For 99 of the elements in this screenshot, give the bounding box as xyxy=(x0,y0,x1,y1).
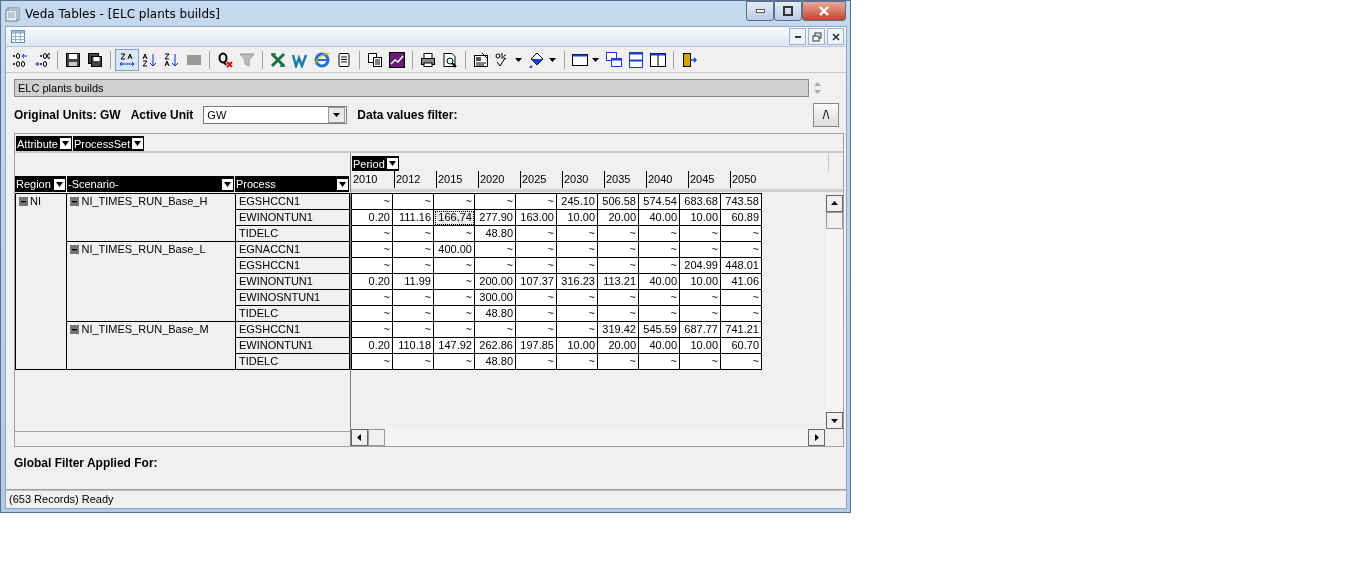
global-filter-label: Global Filter Applied For: xyxy=(14,456,159,470)
table-cell[interactable]: 574.54 xyxy=(638,193,680,210)
column-header[interactable]: 2020 xyxy=(478,171,520,188)
row-field-button[interactable]: -Scenario- xyxy=(67,176,234,192)
close-button[interactable] xyxy=(802,1,846,21)
sort-toggle-button[interactable] xyxy=(115,48,139,71)
collapse-button[interactable]: /\ xyxy=(813,103,839,127)
dropdown-icon[interactable] xyxy=(386,158,398,169)
scenario-label: NI_TIMES_RUN_Base_L xyxy=(81,242,206,257)
print-icon[interactable] xyxy=(420,51,436,68)
dropdown-button[interactable] xyxy=(328,107,346,123)
window-icon[interactable] xyxy=(572,51,588,68)
scenario-label: NI_TIMES_RUN_Base_H xyxy=(81,194,208,209)
minimize-button[interactable] xyxy=(746,1,774,21)
scroll-right-icon[interactable] xyxy=(808,429,825,446)
save-icon[interactable] xyxy=(65,51,81,68)
scroll-thumb[interactable] xyxy=(826,212,843,229)
caret-icon[interactable] xyxy=(592,57,599,62)
layout-icon[interactable] xyxy=(473,51,489,68)
exit-door-icon[interactable] xyxy=(681,51,697,68)
print-preview-icon[interactable] xyxy=(442,51,458,68)
row-field-button[interactable]: Process xyxy=(235,176,349,192)
browser-icon[interactable] xyxy=(314,51,330,68)
column-header[interactable]: 2050 xyxy=(730,171,772,188)
dropdown-icon[interactable] xyxy=(132,138,144,149)
table-cell[interactable]: 743.58 xyxy=(720,193,762,210)
restore-button[interactable] xyxy=(808,28,825,45)
dropdown-icon[interactable] xyxy=(59,138,71,149)
dropdown-icon[interactable] xyxy=(54,178,65,190)
column-header[interactable]: 2035 xyxy=(604,171,646,188)
table-cell[interactable]: ~ xyxy=(433,193,475,210)
column-header[interactable]: 2030 xyxy=(562,171,604,188)
filter-label: Data values filter: xyxy=(357,108,458,122)
maximize-button[interactable] xyxy=(774,1,802,21)
scenario-label: NI_TIMES_RUN_Base_M xyxy=(81,322,209,337)
column-header[interactable]: 2025 xyxy=(520,171,562,188)
column-header[interactable]: 2012 xyxy=(394,171,436,188)
caret-icon[interactable] xyxy=(549,57,556,62)
table-cell[interactable]: ~ xyxy=(392,193,434,210)
status-bar: (653 Records) Ready xyxy=(6,490,846,508)
window-icon xyxy=(5,5,21,22)
copy-icon[interactable] xyxy=(367,51,383,68)
active-unit-label: Active Unit xyxy=(130,108,194,122)
table-icon[interactable] xyxy=(11,30,25,43)
caret-icon xyxy=(333,113,341,117)
row-header-cell: EGSHCCN1 xyxy=(235,193,350,210)
column-header[interactable]: 2045 xyxy=(688,171,730,188)
column-field-button[interactable]: ProcessSet xyxy=(72,136,145,151)
units-label: Original Units: GW xyxy=(14,108,121,122)
vertical-scrollbar[interactable] xyxy=(826,195,843,429)
cascade-windows-icon[interactable] xyxy=(606,51,622,68)
clear-filter-icon[interactable] xyxy=(217,51,233,68)
fill-color-icon[interactable] xyxy=(529,51,545,68)
table-cell[interactable]: ~ xyxy=(351,193,393,210)
spreadsheet-icon[interactable] xyxy=(270,51,286,68)
table-cell[interactable]: 245.10 xyxy=(556,193,598,210)
decrease-decimals-icon[interactable] xyxy=(12,51,28,68)
unit-dropdown[interactable]: GW xyxy=(203,106,348,124)
sort-descending-icon[interactable] xyxy=(164,51,180,68)
table-cell[interactable]: 506.58 xyxy=(597,193,639,210)
sort-icon xyxy=(119,51,135,68)
window-title: Veda Tables - [ELC plants builds] xyxy=(25,6,221,21)
region-label: NI xyxy=(30,194,41,209)
minimize-icon xyxy=(794,35,801,38)
minimize-icon xyxy=(755,9,765,13)
column-field-button[interactable]: Period xyxy=(352,156,399,171)
column-header[interactable]: 2015 xyxy=(436,171,478,188)
tile-horizontal-icon[interactable] xyxy=(628,51,644,68)
save-all-icon[interactable] xyxy=(87,51,103,68)
collapse-icon[interactable] xyxy=(70,197,80,206)
sort-ascending-icon[interactable] xyxy=(142,51,158,68)
column-field-button[interactable]: Attribute xyxy=(16,136,72,151)
dropdown-icon[interactable] xyxy=(337,178,348,190)
notepad-icon[interactable] xyxy=(336,51,352,68)
close-icon xyxy=(830,31,841,42)
collapse-icon[interactable] xyxy=(70,245,80,254)
column-header[interactable]: 2040 xyxy=(646,171,688,188)
row-field-button[interactable]: Region xyxy=(15,176,66,192)
table-cell[interactable]: 683.68 xyxy=(679,193,721,210)
close-icon xyxy=(818,6,830,16)
increase-decimals-icon[interactable] xyxy=(34,51,50,68)
table-cell[interactable]: ~ xyxy=(515,193,557,210)
chart-icon[interactable] xyxy=(389,51,405,68)
horizontal-scrollbar[interactable] xyxy=(351,429,825,446)
tile-vertical-icon[interactable] xyxy=(650,51,666,68)
caret-icon[interactable] xyxy=(515,57,522,62)
close-button[interactable] xyxy=(827,28,844,45)
dropdown-icon[interactable] xyxy=(222,178,233,190)
column-header[interactable]: 2010 xyxy=(352,171,394,188)
table-cell[interactable]: ~ xyxy=(474,193,516,210)
scroll-left-icon[interactable] xyxy=(351,429,368,446)
table-title-field: ELC plants builds xyxy=(14,79,809,97)
restore-icon xyxy=(811,31,822,42)
collapse-icon[interactable] xyxy=(70,325,80,334)
scroll-thumb[interactable] xyxy=(368,429,385,446)
scroll-down-icon[interactable] xyxy=(826,412,843,429)
maximize-icon xyxy=(783,6,793,16)
minimize-button[interactable] xyxy=(789,28,806,45)
scroll-up-icon[interactable] xyxy=(826,195,843,212)
